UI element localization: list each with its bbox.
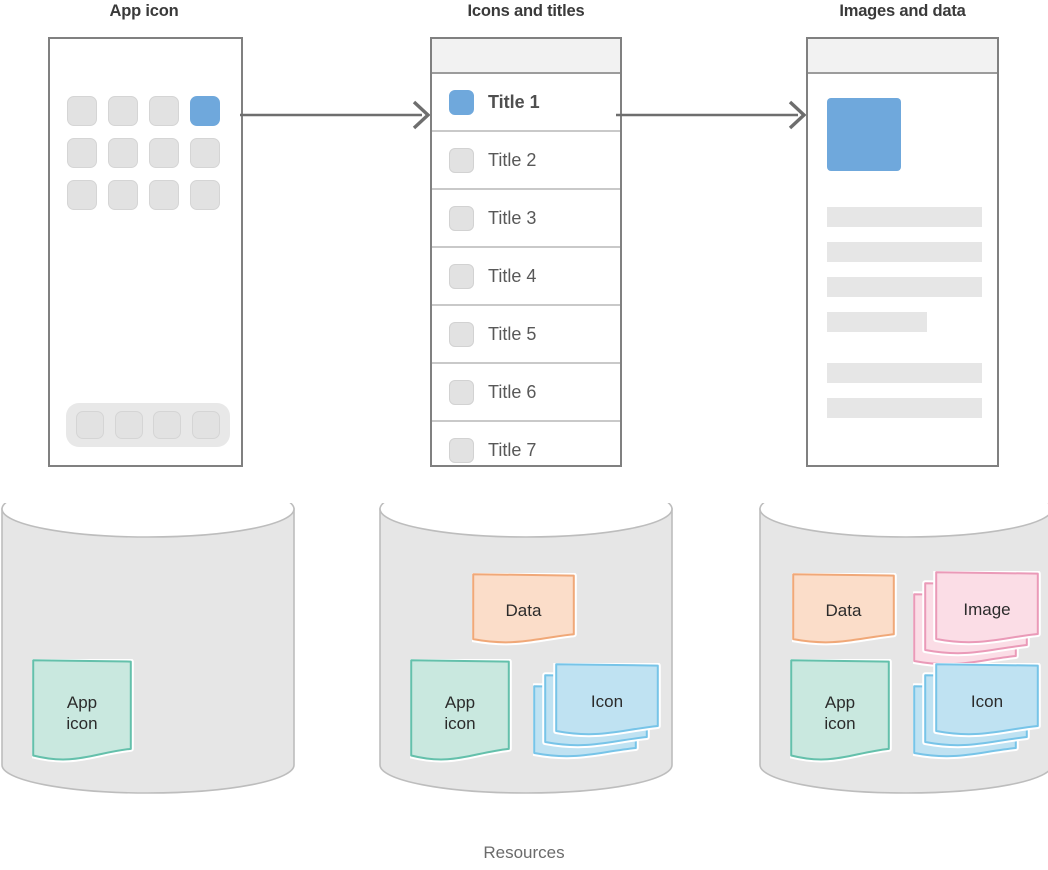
icons-and-titles-panel: Title 1 Title 2 Title 3 Title 4 Title 5 Title… bbox=[430, 37, 622, 467]
dock-tile[interactable] bbox=[191, 411, 220, 439]
list-item-icon bbox=[449, 263, 474, 289]
column-heading-images-and-data: Images and data bbox=[839, 2, 966, 20]
detail-text-placeholder bbox=[827, 277, 982, 297]
dock-tile[interactable] bbox=[153, 411, 182, 439]
list-item-label: Title 4 bbox=[488, 265, 537, 286]
list-item-icon bbox=[449, 437, 474, 463]
arrow-phone-to-list bbox=[240, 100, 431, 130]
phone-home-screen-panel bbox=[48, 37, 243, 467]
detail-hero-image bbox=[827, 98, 901, 171]
app-dock bbox=[66, 403, 230, 447]
list-item[interactable]: Title 1 bbox=[432, 74, 620, 132]
list-item-label: Title 6 bbox=[488, 381, 537, 402]
cylinder-contents: Data Image App icon Icon bbox=[758, 503, 1048, 803]
app-tile[interactable] bbox=[149, 138, 179, 168]
list-item[interactable]: Title 7 bbox=[432, 422, 620, 465]
list-panel-titlebar bbox=[432, 39, 620, 74]
list-item-label: Title 3 bbox=[488, 207, 537, 228]
app-tile[interactable] bbox=[149, 180, 179, 210]
detail-text-placeholder bbox=[827, 363, 982, 383]
cylinder-contents: App icon bbox=[0, 503, 300, 803]
app-tile[interactable] bbox=[108, 180, 138, 210]
list-item-icon bbox=[449, 205, 474, 231]
app-tile[interactable] bbox=[190, 180, 220, 210]
list-item[interactable]: Title 5 bbox=[432, 306, 620, 364]
dock-tile[interactable] bbox=[114, 411, 143, 439]
detail-text-placeholder bbox=[827, 312, 927, 332]
app-tile[interactable] bbox=[67, 138, 97, 168]
detail-text-placeholder bbox=[827, 242, 982, 262]
list-item-icon bbox=[449, 379, 474, 405]
app-tile[interactable] bbox=[67, 180, 97, 210]
list-item-label: Title 5 bbox=[488, 323, 537, 344]
resource-card-data: Data bbox=[792, 573, 901, 653]
app-icon-grid bbox=[67, 96, 231, 210]
detail-text-placeholder bbox=[827, 398, 982, 418]
detail-text-placeholder bbox=[827, 207, 982, 227]
list-item-label: Title 7 bbox=[488, 439, 537, 460]
list-item[interactable]: Title 2 bbox=[432, 132, 620, 190]
diagram-canvas: App icon Icons and titles Images and dat… bbox=[0, 0, 1048, 870]
resource-card-image-stack: Image bbox=[913, 571, 1045, 675]
list-item-icon bbox=[449, 321, 474, 347]
detail-panel-titlebar bbox=[808, 39, 997, 74]
list-item[interactable]: Title 4 bbox=[432, 248, 620, 306]
list-item-icon bbox=[449, 147, 474, 173]
list-item-label: Title 1 bbox=[488, 91, 540, 112]
list-item-icon bbox=[449, 89, 474, 115]
list-item[interactable]: Title 3 bbox=[432, 190, 620, 248]
app-tile[interactable] bbox=[67, 96, 97, 126]
app-tile[interactable] bbox=[190, 138, 220, 168]
resource-card-app-icon: App icon bbox=[32, 659, 138, 772]
resource-card-app-icon: App icon bbox=[410, 659, 516, 772]
arrow-list-to-detail bbox=[616, 100, 807, 130]
resource-card-icon-stack: Icon bbox=[913, 663, 1045, 767]
dock-tile[interactable] bbox=[76, 411, 105, 439]
resource-card-app-icon: App icon bbox=[790, 659, 896, 772]
resource-card-icon-stack: Icon bbox=[533, 663, 665, 767]
app-tile-selected[interactable] bbox=[190, 96, 220, 126]
list-item[interactable]: Title 6 bbox=[432, 364, 620, 422]
app-tile[interactable] bbox=[149, 96, 179, 126]
column-heading-icons-and-titles: Icons and titles bbox=[467, 2, 585, 20]
resource-card-data: Data bbox=[472, 573, 581, 653]
database-cylinder-2: Data App icon Icon bbox=[378, 503, 678, 803]
database-cylinder-3: Data Image App icon Icon bbox=[758, 503, 1048, 803]
database-cylinder-1: App icon bbox=[0, 503, 300, 803]
app-tile[interactable] bbox=[108, 96, 138, 126]
column-heading-app-icon: App icon bbox=[109, 2, 179, 20]
list-item-label: Title 2 bbox=[488, 149, 537, 170]
images-and-data-panel bbox=[806, 37, 999, 467]
app-tile[interactable] bbox=[108, 138, 138, 168]
resources-caption: Resources bbox=[483, 843, 565, 862]
cylinder-contents: Data App icon Icon bbox=[378, 503, 678, 803]
title-list: Title 1 Title 2 Title 3 Title 4 Title 5 Title… bbox=[432, 74, 620, 465]
